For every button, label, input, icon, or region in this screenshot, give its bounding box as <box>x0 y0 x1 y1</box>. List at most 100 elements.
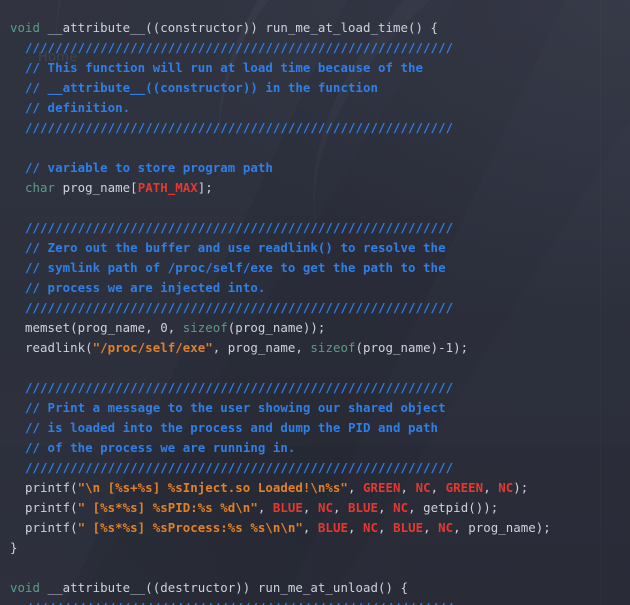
code-token-id: , <box>483 480 499 496</box>
code-line: // This function will run at load time b… <box>0 58 630 78</box>
code-token-mac: NC <box>415 480 431 496</box>
code-line: void __attribute__((constructor)) run_me… <box>0 18 630 38</box>
code-token-mac: NC <box>393 500 409 516</box>
code-line: ////////////////////////////////////////… <box>0 598 630 605</box>
code-token-id <box>10 400 25 415</box>
code-token-mac: NC <box>317 500 333 516</box>
code-token-cmt: // Zero out the buffer and use readlink(… <box>25 240 446 256</box>
code-token-cmt: // is loaded into the process and dump t… <box>25 420 439 436</box>
code-line: readlink("/proc/self/exe", prog_name, si… <box>0 338 630 358</box>
code-token-mac: BLUE <box>348 500 379 516</box>
code-line: // Print a message to the user showing o… <box>0 398 630 418</box>
code-token-id <box>10 240 25 255</box>
code-token-id <box>10 80 25 95</box>
code-line: void __attribute__((destructor)) run_me_… <box>0 578 630 598</box>
code-token-mac: GREEN <box>362 480 401 496</box>
code-token-cmt: // variable to store program path <box>25 160 273 176</box>
code-token-cmt: ////////////////////////////////////////… <box>25 460 454 476</box>
code-token-cmt: // This function will run at load time b… <box>25 60 424 76</box>
code-token-id: __attribute__((constructor)) run_me_at_l… <box>40 20 439 36</box>
code-token-id <box>10 120 25 135</box>
code-token-cmt: ////////////////////////////////////////… <box>25 40 454 56</box>
code-line: ////////////////////////////////////////… <box>0 298 630 318</box>
code-line: ////////////////////////////////////////… <box>0 118 630 138</box>
code-token-id: (prog_name)-1); <box>355 340 469 356</box>
code-token-cmt: // definition. <box>25 100 131 116</box>
code-token-str: "\n [%s+%s] %sInject.so Loaded!\n%s" <box>77 480 348 496</box>
code-token-str: " [%s*%s] %sProcess:%s %s\n\n" <box>77 520 303 536</box>
code-line: printf("\n [%s+%s] %sInject.so Loaded!\n… <box>0 478 630 498</box>
code-token-id <box>10 40 25 55</box>
code-token-id <box>10 100 25 115</box>
code-token-kw: void <box>10 580 41 596</box>
code-line: ////////////////////////////////////////… <box>0 38 630 58</box>
code-token-id: , <box>423 520 439 536</box>
code-line: printf(" [%s*%s] %sProcess:%s %s\n\n", B… <box>0 518 630 538</box>
code-token-id <box>10 380 25 395</box>
code-token-kw: sizeof <box>182 320 228 336</box>
code-line: ////////////////////////////////////////… <box>0 378 630 398</box>
code-token-id: ]; <box>197 180 213 196</box>
code-token-id: , <box>302 520 318 536</box>
code-token-id <box>10 220 25 235</box>
terminal-window[interactable]: Home void __attribute__((constructor)) r… <box>0 0 630 605</box>
code-token-id: , <box>378 500 394 516</box>
code-token-id: , getpid()); <box>408 500 499 516</box>
code-line: printf(" [%s*%s] %sPID:%s %d\n", BLUE, N… <box>0 498 630 518</box>
code-token-mac: PATH_MAX <box>137 180 198 196</box>
code-line: } <box>0 538 630 558</box>
code-token-id: , <box>332 500 349 516</box>
code-token-mac: BLUE <box>393 520 424 536</box>
code-token-id: printf( <box>10 480 78 496</box>
code-token-id <box>10 440 25 455</box>
code-token-id: , prog_name, <box>212 340 311 356</box>
code-token-id <box>10 460 25 475</box>
code-token-id: , prog_name); <box>453 520 551 536</box>
code-line: memset(prog_name, 0, sizeof(prog_name)); <box>0 318 630 338</box>
code-line: // of the process we are running in. <box>0 438 630 458</box>
code-token-cmt: // __attribute__((constructor)) in the f… <box>25 80 378 96</box>
code-token-id <box>10 180 25 195</box>
code-line: ////////////////////////////////////////… <box>0 218 630 238</box>
code-line: // process we are injected into. <box>0 278 630 298</box>
code-token-id <box>10 420 25 435</box>
code-token-id: __attribute__((destructor)) run_me_at_un… <box>40 580 409 596</box>
code-line: // variable to store program path <box>0 158 630 178</box>
code-token-cmt: // of the process we are running in. <box>25 440 296 456</box>
code-token-mac: NC <box>498 480 514 496</box>
code-line: // is loaded into the process and dump t… <box>0 418 630 438</box>
code-token-id <box>10 60 25 75</box>
code-token-cmt: // process we are injected into. <box>25 280 266 296</box>
code-token-kw: char <box>25 180 56 196</box>
code-token-cmt: ////////////////////////////////////////… <box>25 220 454 236</box>
code-line: char prog_name[PATH_MAX]; <box>0 178 630 198</box>
code-token-id: , <box>378 520 394 536</box>
code-token-id <box>10 280 25 295</box>
code-token-kw: sizeof <box>310 340 356 356</box>
code-token-id: readlink( <box>10 340 93 356</box>
code-token-id: , <box>400 480 416 496</box>
code-token-mac: BLUE <box>272 500 303 516</box>
code-token-id <box>10 260 25 275</box>
code-token-id: (prog_name)); <box>227 320 326 336</box>
code-token-id: , <box>347 480 363 496</box>
code-token-mac: GREEN <box>445 480 484 496</box>
code-token-str: "/proc/self/exe" <box>92 340 213 356</box>
code-editor-text[interactable]: void __attribute__((constructor)) run_me… <box>0 12 630 605</box>
code-token-cmt: // symlink path of /proc/self/exe to get… <box>25 260 446 276</box>
code-token-id <box>10 600 25 605</box>
code-line: // definition. <box>0 98 630 118</box>
code-token-cmt: ////////////////////////////////////////… <box>25 600 453 605</box>
code-token-id: , <box>302 500 318 516</box>
code-token-kw: void <box>10 20 41 36</box>
code-token-mac: NC <box>363 520 379 536</box>
code-token-mac: NC <box>438 520 454 536</box>
code-token-id: printf( <box>10 500 78 516</box>
code-line: // Zero out the buffer and use readlink(… <box>0 238 630 258</box>
code-token-id: ); <box>513 480 529 496</box>
code-token-id: , <box>347 520 363 536</box>
code-token-id: , <box>430 480 446 496</box>
